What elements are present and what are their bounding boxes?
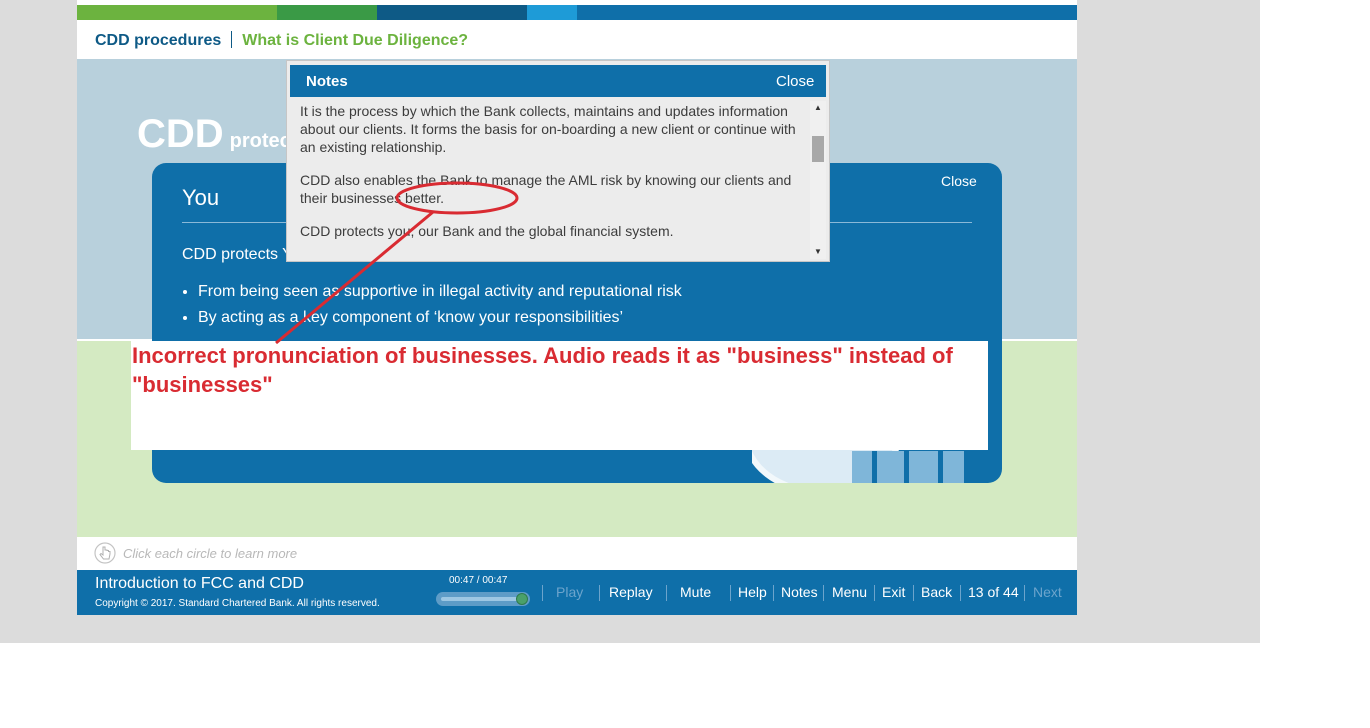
stripe-segment (377, 5, 527, 20)
back-button[interactable]: Back (921, 584, 952, 600)
notes-body: It is the process by which the Bank coll… (300, 102, 800, 255)
notes-close-button[interactable]: Close (776, 73, 814, 90)
stripe-segment (527, 5, 577, 20)
nav-divider (542, 585, 543, 601)
nav-divider (1024, 585, 1025, 601)
notes-paragraph: CDD also enables the Bank to manage the … (300, 172, 792, 206)
mute-button[interactable]: Mute (680, 584, 711, 600)
nav-divider (823, 585, 824, 601)
nav-divider (730, 585, 731, 601)
card-title: You (182, 185, 220, 210)
card-intro-text: CDD protects Y (182, 246, 293, 263)
annotation-text: Incorrect pronunciation of businesses. A… (132, 343, 953, 397)
course-title: Introduction to FCC and CDD (95, 575, 304, 592)
scroll-down-arrow-icon[interactable]: ▼ (810, 245, 826, 259)
scroll-up-arrow-icon[interactable]: ▲ (810, 101, 826, 115)
breadcrumb: CDD procedures What is Client Due Diligen… (95, 31, 468, 50)
nav-divider (874, 585, 875, 601)
nav-divider (666, 585, 667, 601)
nav-divider (599, 585, 600, 601)
breadcrumb-course: CDD procedures (95, 32, 222, 49)
notes-paragraph: CDD protects you, our Bank and the globa… (300, 223, 674, 239)
nav-divider (773, 585, 774, 601)
notes-title: Notes (306, 73, 348, 90)
slide-heading: CDD protec (137, 112, 291, 157)
player-footer: Introduction to FCC and CDD Copyright © … (77, 570, 1077, 615)
instruction-text: Click each circle to learn more (123, 546, 298, 561)
play-button[interactable]: Play (556, 584, 583, 600)
instruction-bar: Click each circle to learn more (77, 537, 1077, 570)
copyright-text: Copyright © 2017. Standard Chartered Ban… (95, 598, 380, 609)
annotation-callout: Incorrect pronunciation of businesses. A… (131, 341, 988, 450)
stripe-segment (77, 5, 277, 20)
slide-heading-main: CDD (137, 112, 224, 156)
nav-divider (960, 585, 961, 601)
audio-progress-fill (441, 597, 523, 601)
slide-heading-sub: protec (229, 130, 291, 152)
notes-button[interactable]: Notes (781, 584, 818, 600)
breadcrumb-divider (231, 31, 233, 48)
audio-progress-slider[interactable] (436, 592, 530, 606)
stripe-segment (277, 5, 377, 20)
help-button[interactable]: Help (738, 584, 767, 600)
breadcrumb-topic: What is Client Due Diligence? (242, 32, 469, 49)
list-item: From being seen as supportive in illegal… (198, 283, 682, 301)
course-player: CDD procedures What is Client Due Diligen… (77, 0, 1077, 615)
top-progress-stripe (77, 5, 1077, 20)
menu-button[interactable]: Menu (832, 584, 867, 600)
hand-pointer-icon (94, 542, 116, 564)
time-readout: 00:47 / 00:47 (449, 575, 508, 586)
scrollbar-thumb[interactable] (812, 136, 824, 162)
page-counter: 13 of 44 (968, 584, 1019, 600)
stripe-segment (577, 5, 1077, 20)
exit-button[interactable]: Exit (882, 584, 905, 600)
card-close-button[interactable]: Close (941, 173, 977, 189)
notes-scrollbar[interactable]: ▲ ▼ (810, 101, 826, 259)
notes-popup: Notes Close It is the process by which t… (286, 60, 830, 262)
next-button[interactable]: Next (1033, 584, 1062, 600)
list-item: By acting as a key component of ‘know yo… (198, 309, 682, 327)
notes-paragraph: It is the process by which the Bank coll… (300, 103, 796, 155)
nav-divider (913, 585, 914, 601)
notes-header: Notes Close (290, 65, 826, 97)
replay-button[interactable]: Replay (609, 584, 653, 600)
audio-progress-knob[interactable] (516, 593, 528, 605)
card-bullet-list: From being seen as supportive in illegal… (182, 283, 682, 335)
